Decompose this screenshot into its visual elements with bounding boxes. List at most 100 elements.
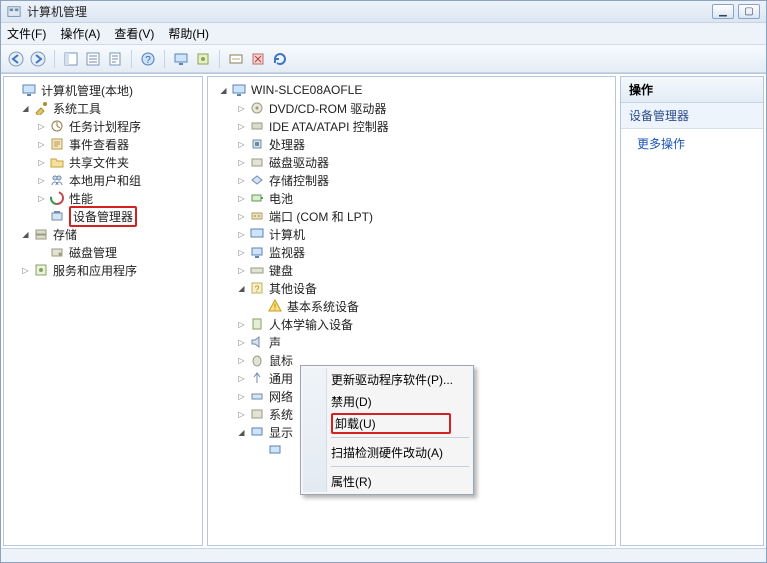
dev-diskdrive[interactable]: 磁盘驱动器: [210, 153, 613, 171]
expander-icon[interactable]: [236, 427, 247, 438]
expander-icon[interactable]: [236, 355, 247, 366]
expander-icon[interactable]: [36, 157, 47, 168]
show-hide-tree-icon[interactable]: [62, 50, 80, 68]
menu-file[interactable]: 文件(F): [7, 25, 46, 42]
expander-icon[interactable]: [236, 337, 247, 348]
ctx-uninstall[interactable]: 卸载(U): [303, 412, 471, 434]
dev-cpu[interactable]: 处理器: [210, 135, 613, 153]
properties-icon[interactable]: [84, 50, 102, 68]
tree-taskscheduler[interactable]: 任务计划程序: [6, 117, 200, 135]
mouse-icon: [249, 352, 265, 368]
display-icon: [267, 442, 283, 458]
network-icon: [249, 388, 265, 404]
expander-icon[interactable]: [36, 121, 47, 132]
scan-icon[interactable]: [227, 50, 245, 68]
dev-host[interactable]: WIN-SLCE08AOFLE: [210, 81, 613, 99]
statusbar: [1, 548, 766, 562]
expander-icon[interactable]: [218, 85, 229, 96]
tree-systemtools[interactable]: 系统工具: [6, 99, 200, 117]
computer-icon: [249, 226, 265, 242]
dev-battery[interactable]: 电池: [210, 189, 613, 207]
minimize-button[interactable]: ▁: [712, 4, 734, 19]
ctx-properties[interactable]: 属性(R): [303, 470, 471, 492]
tree-systemtools-label: 系统工具: [53, 100, 101, 117]
tree-services[interactable]: 服务和应用程序: [6, 261, 200, 279]
expander-icon[interactable]: [236, 319, 247, 330]
keyboard-icon: [249, 262, 265, 278]
tree-eventviewer[interactable]: 事件查看器: [6, 135, 200, 153]
dev-monitor[interactable]: 监视器: [210, 243, 613, 261]
tree-diskmgmt[interactable]: 磁盘管理: [6, 243, 200, 261]
expander-icon[interactable]: [236, 121, 247, 132]
folder-icon: [49, 154, 65, 170]
export-icon[interactable]: [106, 50, 124, 68]
back-icon[interactable]: [7, 50, 25, 68]
dev-dvd[interactable]: DVD/CD-ROM 驱动器: [210, 99, 613, 117]
uninstall-icon[interactable]: [249, 50, 267, 68]
tree-label: 声: [269, 334, 281, 351]
help-icon[interactable]: ?: [139, 50, 157, 68]
tree-label: 服务和应用程序: [53, 262, 137, 279]
expander-icon[interactable]: [236, 229, 247, 240]
dev-basicsys[interactable]: !基本系统设备: [210, 297, 613, 315]
tree-label: 共享文件夹: [69, 154, 129, 171]
expander-icon[interactable]: [20, 103, 31, 114]
expander-icon[interactable]: [236, 265, 247, 276]
tree-sharedfolders[interactable]: 共享文件夹: [6, 153, 200, 171]
dev-other[interactable]: ?其他设备: [210, 279, 613, 297]
ctx-disable[interactable]: 禁用(D): [303, 390, 471, 412]
refresh-icon[interactable]: [271, 50, 289, 68]
menu-help[interactable]: 帮助(H): [168, 25, 209, 42]
context-menu-sep: [331, 466, 469, 467]
dev-ide[interactable]: IDE ATA/ATAPI 控制器: [210, 117, 613, 135]
expander-icon[interactable]: [236, 139, 247, 150]
expander-icon[interactable]: [36, 139, 47, 150]
expander-icon[interactable]: [236, 175, 247, 186]
dev-computer[interactable]: 计算机: [210, 225, 613, 243]
tree-storage[interactable]: 存储: [6, 225, 200, 243]
menu-view[interactable]: 查看(V): [114, 25, 154, 42]
forward-icon[interactable]: [29, 50, 47, 68]
dev-sound[interactable]: 声: [210, 333, 613, 351]
dev-storagectrl[interactable]: 存储控制器: [210, 171, 613, 189]
port-icon: [249, 208, 265, 224]
svg-text:!: !: [274, 302, 277, 312]
ctx-scan[interactable]: 扫描检测硬件改动(A): [303, 441, 471, 463]
tree-label: 网络: [269, 388, 293, 405]
svg-text:?: ?: [254, 284, 259, 294]
expander-icon[interactable]: [20, 229, 31, 240]
tree-localusers[interactable]: 本地用户和组: [6, 171, 200, 189]
expander-icon[interactable]: [20, 265, 31, 276]
expander-icon[interactable]: [236, 157, 247, 168]
expander-icon[interactable]: [236, 103, 247, 114]
tree-label: 监视器: [269, 244, 305, 261]
expander-icon[interactable]: [236, 211, 247, 222]
dev-hid[interactable]: 人体学输入设备: [210, 315, 613, 333]
tree-root[interactable]: 计算机管理(本地): [6, 81, 200, 99]
ctx-update-driver[interactable]: 更新驱动程序软件(P)...: [303, 368, 471, 390]
middle-pane: WIN-SLCE08AOFLE DVD/CD-ROM 驱动器 IDE ATA/A…: [207, 76, 616, 546]
monitor-icon[interactable]: [172, 50, 190, 68]
device-icon[interactable]: [194, 50, 212, 68]
expander-icon[interactable]: [236, 391, 247, 402]
tree-label: 磁盘驱动器: [269, 154, 329, 171]
expander-icon[interactable]: [236, 373, 247, 384]
dev-keyboard[interactable]: 键盘: [210, 261, 613, 279]
tree-performance[interactable]: 性能: [6, 189, 200, 207]
tree-label: 事件查看器: [69, 136, 129, 153]
tree-label: 人体学输入设备: [269, 316, 353, 333]
expander-icon[interactable]: [36, 193, 47, 204]
expander-icon[interactable]: [36, 175, 47, 186]
context-menu: 更新驱动程序软件(P)... 禁用(D) 卸载(U) 扫描检测硬件改动(A) 属…: [300, 365, 474, 495]
expander-icon[interactable]: [236, 193, 247, 204]
tree-devicemanager[interactable]: 设备管理器: [6, 207, 200, 225]
dev-ports[interactable]: 端口 (COM 和 LPT): [210, 207, 613, 225]
tree-label: 性能: [69, 190, 93, 207]
display-icon: [249, 424, 265, 440]
expander-icon[interactable]: [236, 283, 247, 294]
menu-action[interactable]: 操作(A): [60, 25, 100, 42]
actions-more[interactable]: 更多操作: [621, 129, 763, 158]
expander-icon[interactable]: [236, 247, 247, 258]
maximize-button[interactable]: ▢: [738, 4, 760, 19]
expander-icon[interactable]: [236, 409, 247, 420]
